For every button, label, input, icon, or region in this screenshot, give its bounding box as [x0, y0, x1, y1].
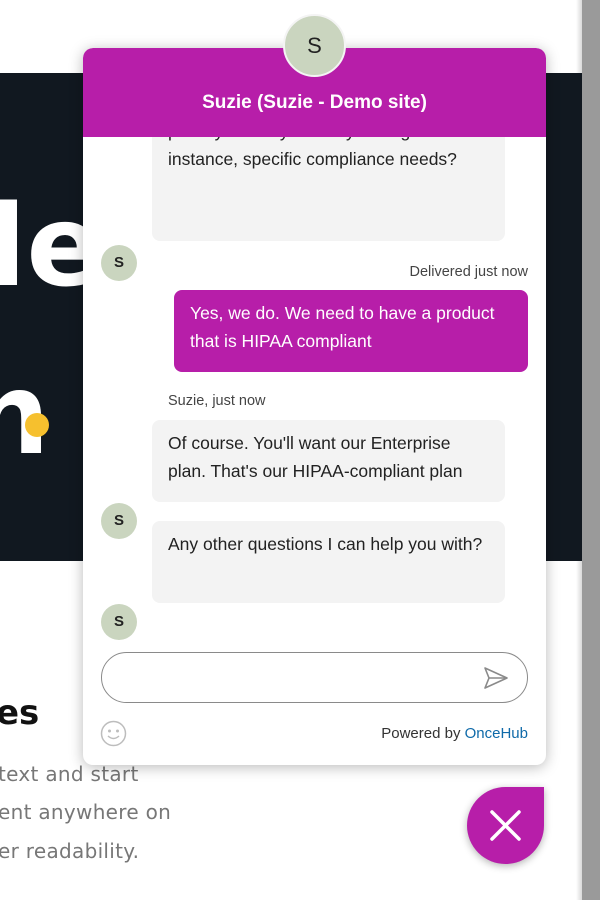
send-icon[interactable]	[483, 666, 509, 690]
bot-message: Of course. You'll want our Enterprise pl…	[152, 420, 505, 502]
close-chat-button[interactable]	[467, 787, 544, 864]
window-edge	[582, 0, 600, 900]
section-text-line: text and start	[0, 762, 139, 786]
hero-accent-dot	[25, 413, 49, 437]
agent-avatar: S	[283, 14, 346, 77]
message-sender-time: Suzie, just now	[168, 393, 266, 409]
message-input[interactable]	[101, 652, 528, 703]
powered-by-label: Powered by	[381, 725, 461, 742]
section-text-line: er readability.	[0, 839, 140, 863]
smiley-icon[interactable]	[100, 720, 127, 747]
powered-by: Powered by OnceHub	[381, 725, 528, 742]
delivery-status: Delivered just now	[409, 264, 528, 280]
chat-widget: Suzie (Suzie - Demo site) privacy/securi…	[83, 48, 546, 765]
close-icon	[490, 810, 521, 841]
bot-avatar: S	[101, 503, 137, 539]
bot-message: Any other questions I can help you with?	[152, 521, 505, 603]
user-message: Yes, we do. We need to have a product th…	[174, 290, 528, 372]
section-text-line: ent anywhere on	[0, 800, 172, 824]
bot-message: privacy/security needs your org has? For…	[152, 137, 505, 241]
chat-title: Suzie (Suzie - Demo site)	[202, 92, 427, 113]
message-list[interactable]: privacy/security needs your org has? For…	[83, 137, 546, 672]
bot-avatar: S	[101, 604, 137, 640]
oncehub-link[interactable]: OnceHub	[465, 725, 528, 742]
section-heading: es	[0, 693, 40, 733]
bot-avatar: S	[101, 245, 137, 281]
